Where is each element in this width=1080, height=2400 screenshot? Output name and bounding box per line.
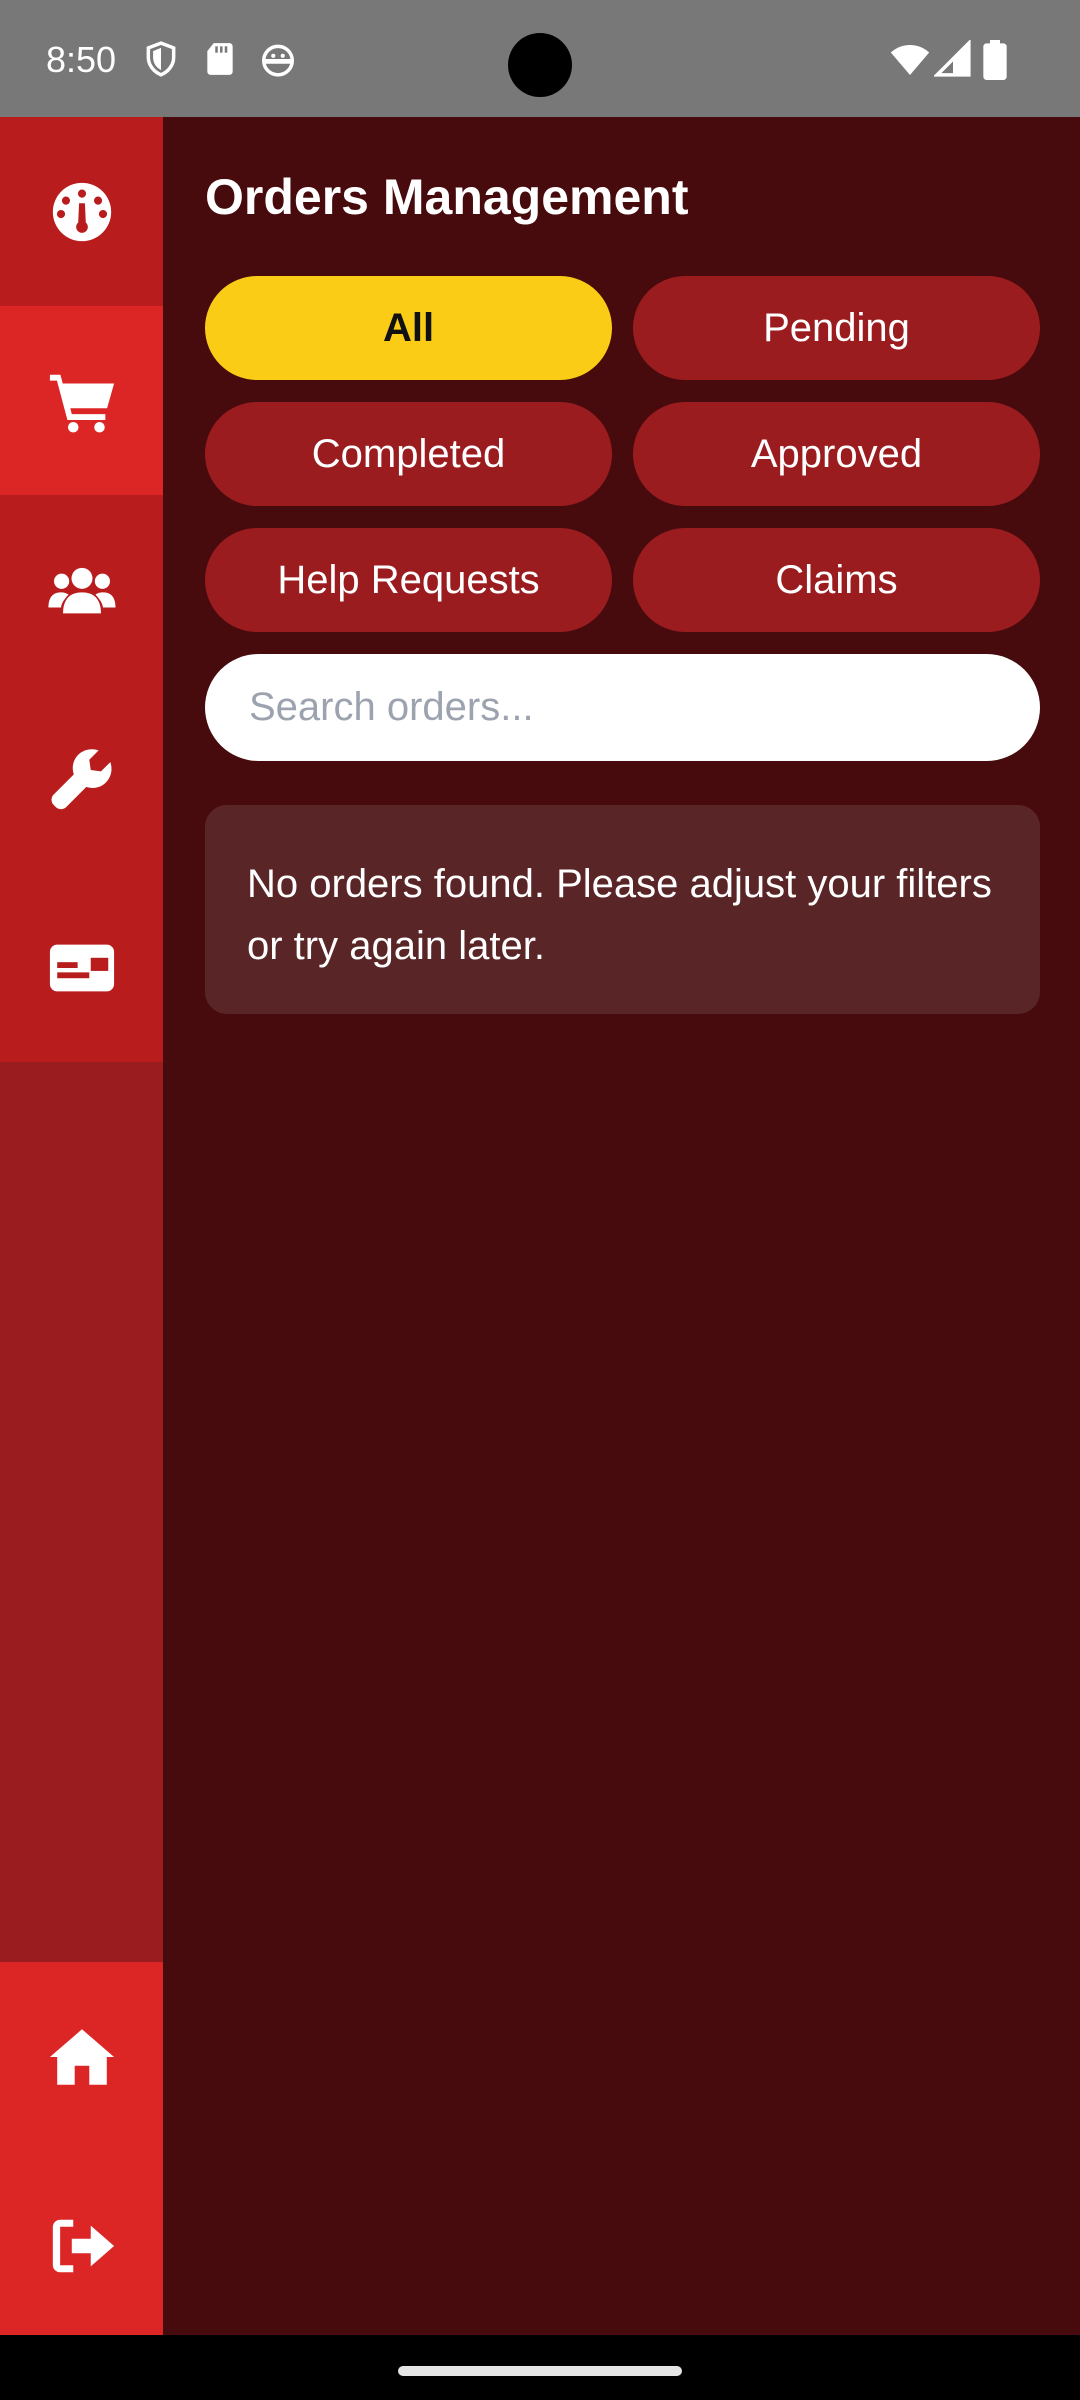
main-content: Orders Management All Pending Completed … <box>163 117 1080 2335</box>
gesture-bar <box>0 2335 1080 2400</box>
sidebar-item-cards[interactable] <box>0 873 163 1062</box>
signal-icon <box>934 40 971 77</box>
sidebar-item-home[interactable] <box>0 1962 163 2151</box>
shield-icon <box>146 41 176 77</box>
filter-chip-help-requests[interactable]: Help Requests <box>205 528 612 632</box>
gesture-handle[interactable] <box>398 2366 682 2376</box>
status-bar: 8:50 <box>0 0 1080 117</box>
cart-icon <box>49 374 114 432</box>
wifi-icon <box>890 45 930 75</box>
users-icon <box>47 567 116 613</box>
filter-chip-completed[interactable]: Completed <box>205 402 612 506</box>
id-card-icon <box>49 944 114 991</box>
app-screen: 8:50 Orders Management All Pending Compl… <box>0 0 1080 2400</box>
search-input[interactable] <box>205 654 1040 761</box>
filter-chip-claims[interactable]: Claims <box>633 528 1040 632</box>
battery-icon <box>983 40 1007 80</box>
filter-chip-all[interactable]: All <box>205 276 612 380</box>
speedometer-icon <box>52 182 111 241</box>
sidebar <box>0 117 163 2340</box>
sidebar-item-dashboard[interactable] <box>0 117 163 306</box>
filter-chip-approved[interactable]: Approved <box>633 402 1040 506</box>
status-time: 8:50 <box>46 39 117 80</box>
home-icon <box>49 2028 114 2085</box>
sidebar-item-services[interactable] <box>0 684 163 873</box>
android-face-icon <box>262 44 294 77</box>
sidebar-item-users[interactable] <box>0 495 163 684</box>
wrench-icon <box>51 748 111 809</box>
empty-state-card: No orders found. Please adjust your filt… <box>205 805 1040 1014</box>
filter-chip-pending[interactable]: Pending <box>633 276 1040 380</box>
camera-cutout <box>508 33 572 97</box>
logout-icon <box>52 2219 114 2272</box>
page-title: Orders Management <box>205 169 689 225</box>
sidebar-item-logout[interactable] <box>0 2151 163 2340</box>
sd-card-icon <box>207 43 233 75</box>
sidebar-item-orders[interactable] <box>0 306 163 495</box>
empty-state-message: No orders found. Please adjust your filt… <box>247 862 992 968</box>
